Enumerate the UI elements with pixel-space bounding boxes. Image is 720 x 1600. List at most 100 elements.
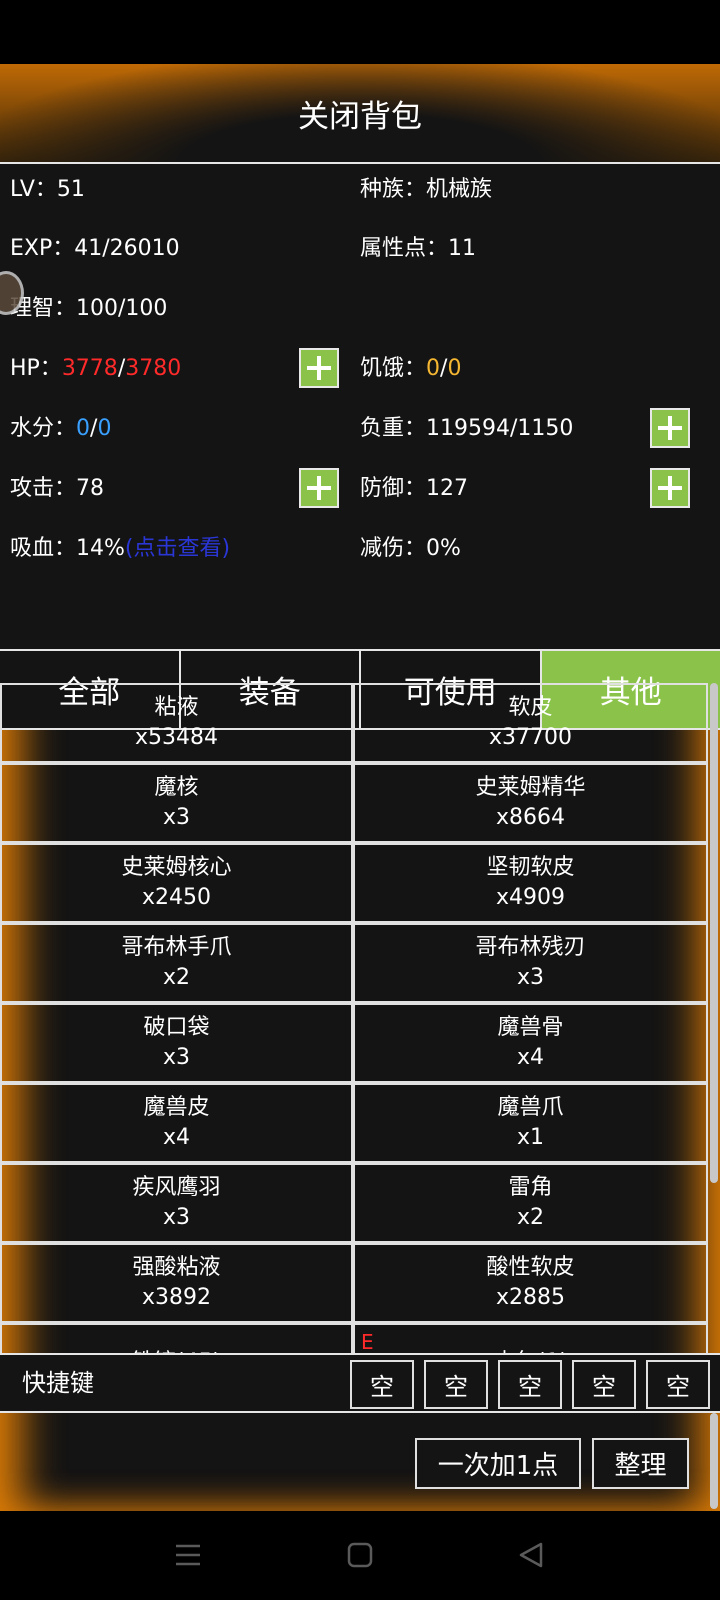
- item-cell[interactable]: 史莱姆精华 x8664: [353, 763, 708, 843]
- item-cell[interactable]: 酸性软皮 x2885: [353, 1243, 708, 1323]
- back-icon[interactable]: [511, 1537, 551, 1573]
- item-name: 魔兽骨: [497, 1015, 564, 1040]
- sort-button[interactable]: 整理: [592, 1438, 689, 1489]
- item-cell[interactable]: 强酸粘液 x3892: [0, 1243, 353, 1323]
- bottom-actions: 一次加1点 整理: [0, 1413, 720, 1511]
- system-nav-bar: [0, 1511, 720, 1600]
- item-cell[interactable]: 破口袋 x3: [0, 1003, 353, 1083]
- item-name: 强酸粘液: [132, 1255, 221, 1280]
- attack-plus-button[interactable]: [299, 468, 339, 508]
- item-count: x8664: [495, 805, 565, 830]
- hp-label: HP：: [10, 356, 62, 381]
- item-cell[interactable]: 雷角 x2: [353, 1163, 708, 1243]
- plus-icon-stroke: [668, 476, 672, 500]
- shortcut-label: 快捷键: [22, 1369, 94, 1397]
- item-cell[interactable]: 哥布林手爪 x2: [0, 923, 353, 1003]
- item-cell[interactable]: 史莱姆核心 x2450: [0, 843, 353, 923]
- item-count: x1: [516, 1125, 545, 1150]
- hunger-label: 饥饿：: [360, 356, 427, 381]
- defense-label: 防御：: [360, 476, 427, 501]
- stat-water: 水分：0/0: [10, 409, 111, 449]
- defense-value: 127: [426, 476, 469, 501]
- item-cell[interactable]: 魔核 x3: [0, 763, 353, 843]
- item-name: 魔核: [154, 775, 199, 800]
- item-cell[interactable]: 疾风鹰羽 x3: [0, 1163, 353, 1243]
- home-icon[interactable]: [340, 1537, 380, 1573]
- menu-icon[interactable]: [168, 1537, 208, 1573]
- hunger-current: 0: [426, 356, 441, 381]
- item-count: x3: [516, 965, 545, 990]
- item-cell[interactable]: 魔兽皮 x4: [0, 1083, 353, 1163]
- stat-hp: HP：3778/3780: [10, 349, 181, 389]
- item-name: 史莱姆精华: [475, 775, 586, 800]
- item-name: 哥布林手爪: [121, 935, 232, 960]
- shortcut-slot-3[interactable]: 空: [498, 1360, 562, 1409]
- load-plus-button[interactable]: [650, 408, 690, 448]
- plus-icon-stroke: [317, 356, 321, 380]
- load-label: 负重：: [360, 416, 427, 441]
- item-cell[interactable]: E皮包(1): [353, 1323, 708, 1353]
- close-backpack-button[interactable]: 关闭背包: [0, 64, 720, 162]
- stat-reduction: 减伤：0%: [360, 529, 461, 569]
- shortcut-slot-2[interactable]: 空: [424, 1360, 488, 1409]
- stat-lifesteal: 吸血：14%(点击查看): [10, 529, 230, 569]
- item-cell[interactable]: 软皮 x37700: [353, 683, 708, 763]
- water-current: 0: [76, 416, 91, 441]
- lv-label: LV：: [10, 177, 57, 202]
- water-label: 水分：: [10, 416, 77, 441]
- item-count: x37700: [488, 725, 572, 750]
- item-count: x2450: [141, 885, 211, 910]
- item-grid: 粘液 x53484 软皮 x37700 魔核 x3 史莱姆精华 x8664 史莱姆核心 x2450…: [0, 683, 710, 1353]
- lifesteal-value: 14%: [76, 536, 125, 561]
- item-count: x53484: [134, 725, 218, 750]
- item-count: x3: [162, 1045, 191, 1070]
- hp-max: 3780: [125, 356, 182, 381]
- sanity-value: 100/100: [76, 296, 168, 321]
- shortcut-slot-5[interactable]: 空: [646, 1360, 710, 1409]
- stats-section: LV：51 种族：机械族 EXP：41/26010 属性点：11 理智：100/…: [0, 164, 720, 649]
- item-tag: E: [361, 1330, 374, 1353]
- header-title: 关闭背包: [298, 98, 422, 135]
- item-cell[interactable]: 魔兽爪 x1: [353, 1083, 708, 1163]
- points-value: 11: [448, 236, 477, 261]
- plus-icon-stroke: [668, 416, 672, 440]
- shortcut-slot-1[interactable]: 空: [350, 1360, 414, 1409]
- add-one-point-button[interactable]: 一次加1点: [415, 1438, 581, 1489]
- stat-exp: EXP：41/26010: [10, 229, 180, 269]
- defense-plus-button[interactable]: [650, 468, 690, 508]
- item-name: 雷角: [508, 1175, 553, 1200]
- item-cell[interactable]: 哥布林残刃 x3: [353, 923, 708, 1003]
- exp-label: EXP：: [10, 236, 75, 261]
- item-cell[interactable]: 魔兽骨 x4: [353, 1003, 708, 1083]
- item-name: 坚韧软皮: [486, 855, 575, 880]
- item-count: x3: [162, 805, 191, 830]
- item-count: x2: [516, 1205, 545, 1230]
- load-value: 119594/1150: [426, 416, 574, 441]
- item-name: 魔兽爪: [497, 1095, 564, 1120]
- race-label: 种族：: [360, 177, 427, 202]
- item-cell[interactable]: 铁镐(45): [0, 1323, 353, 1353]
- sort-label: 整理: [614, 1451, 667, 1481]
- item-cell[interactable]: 坚韧软皮 x4909: [353, 843, 708, 923]
- shortcut-slot-4[interactable]: 空: [572, 1360, 636, 1409]
- lv-value: 51: [56, 177, 85, 202]
- item-cell[interactable]: 粘液 x53484: [0, 683, 353, 763]
- page-scrollbar[interactable]: [710, 1413, 718, 1509]
- item-count: x4: [516, 1045, 545, 1070]
- item-count: x4909: [495, 885, 565, 910]
- item-grid-scroll[interactable]: 粘液 x53484 软皮 x37700 魔核 x3 史莱姆精华 x8664 史莱姆核心 x2450…: [0, 683, 710, 1353]
- item-grid-scrollbar[interactable]: [710, 683, 718, 1183]
- water-max: 0: [97, 416, 112, 441]
- lifesteal-detail-link[interactable]: (点击查看): [125, 536, 230, 561]
- stat-sanity: 理智：100/100: [10, 289, 167, 329]
- stat-race: 种族：机械族: [360, 170, 492, 210]
- attack-value: 78: [76, 476, 105, 501]
- hp-plus-button[interactable]: [299, 348, 339, 388]
- item-name: 破口袋: [143, 1015, 210, 1040]
- lifesteal-label: 吸血：: [10, 536, 77, 561]
- stat-defense: 防御：127: [360, 469, 468, 509]
- item-name: 粘液: [154, 695, 199, 720]
- slot-label: 空: [370, 1373, 394, 1401]
- plus-icon-stroke: [317, 476, 321, 500]
- item-name: 疾风鹰羽: [132, 1175, 221, 1200]
